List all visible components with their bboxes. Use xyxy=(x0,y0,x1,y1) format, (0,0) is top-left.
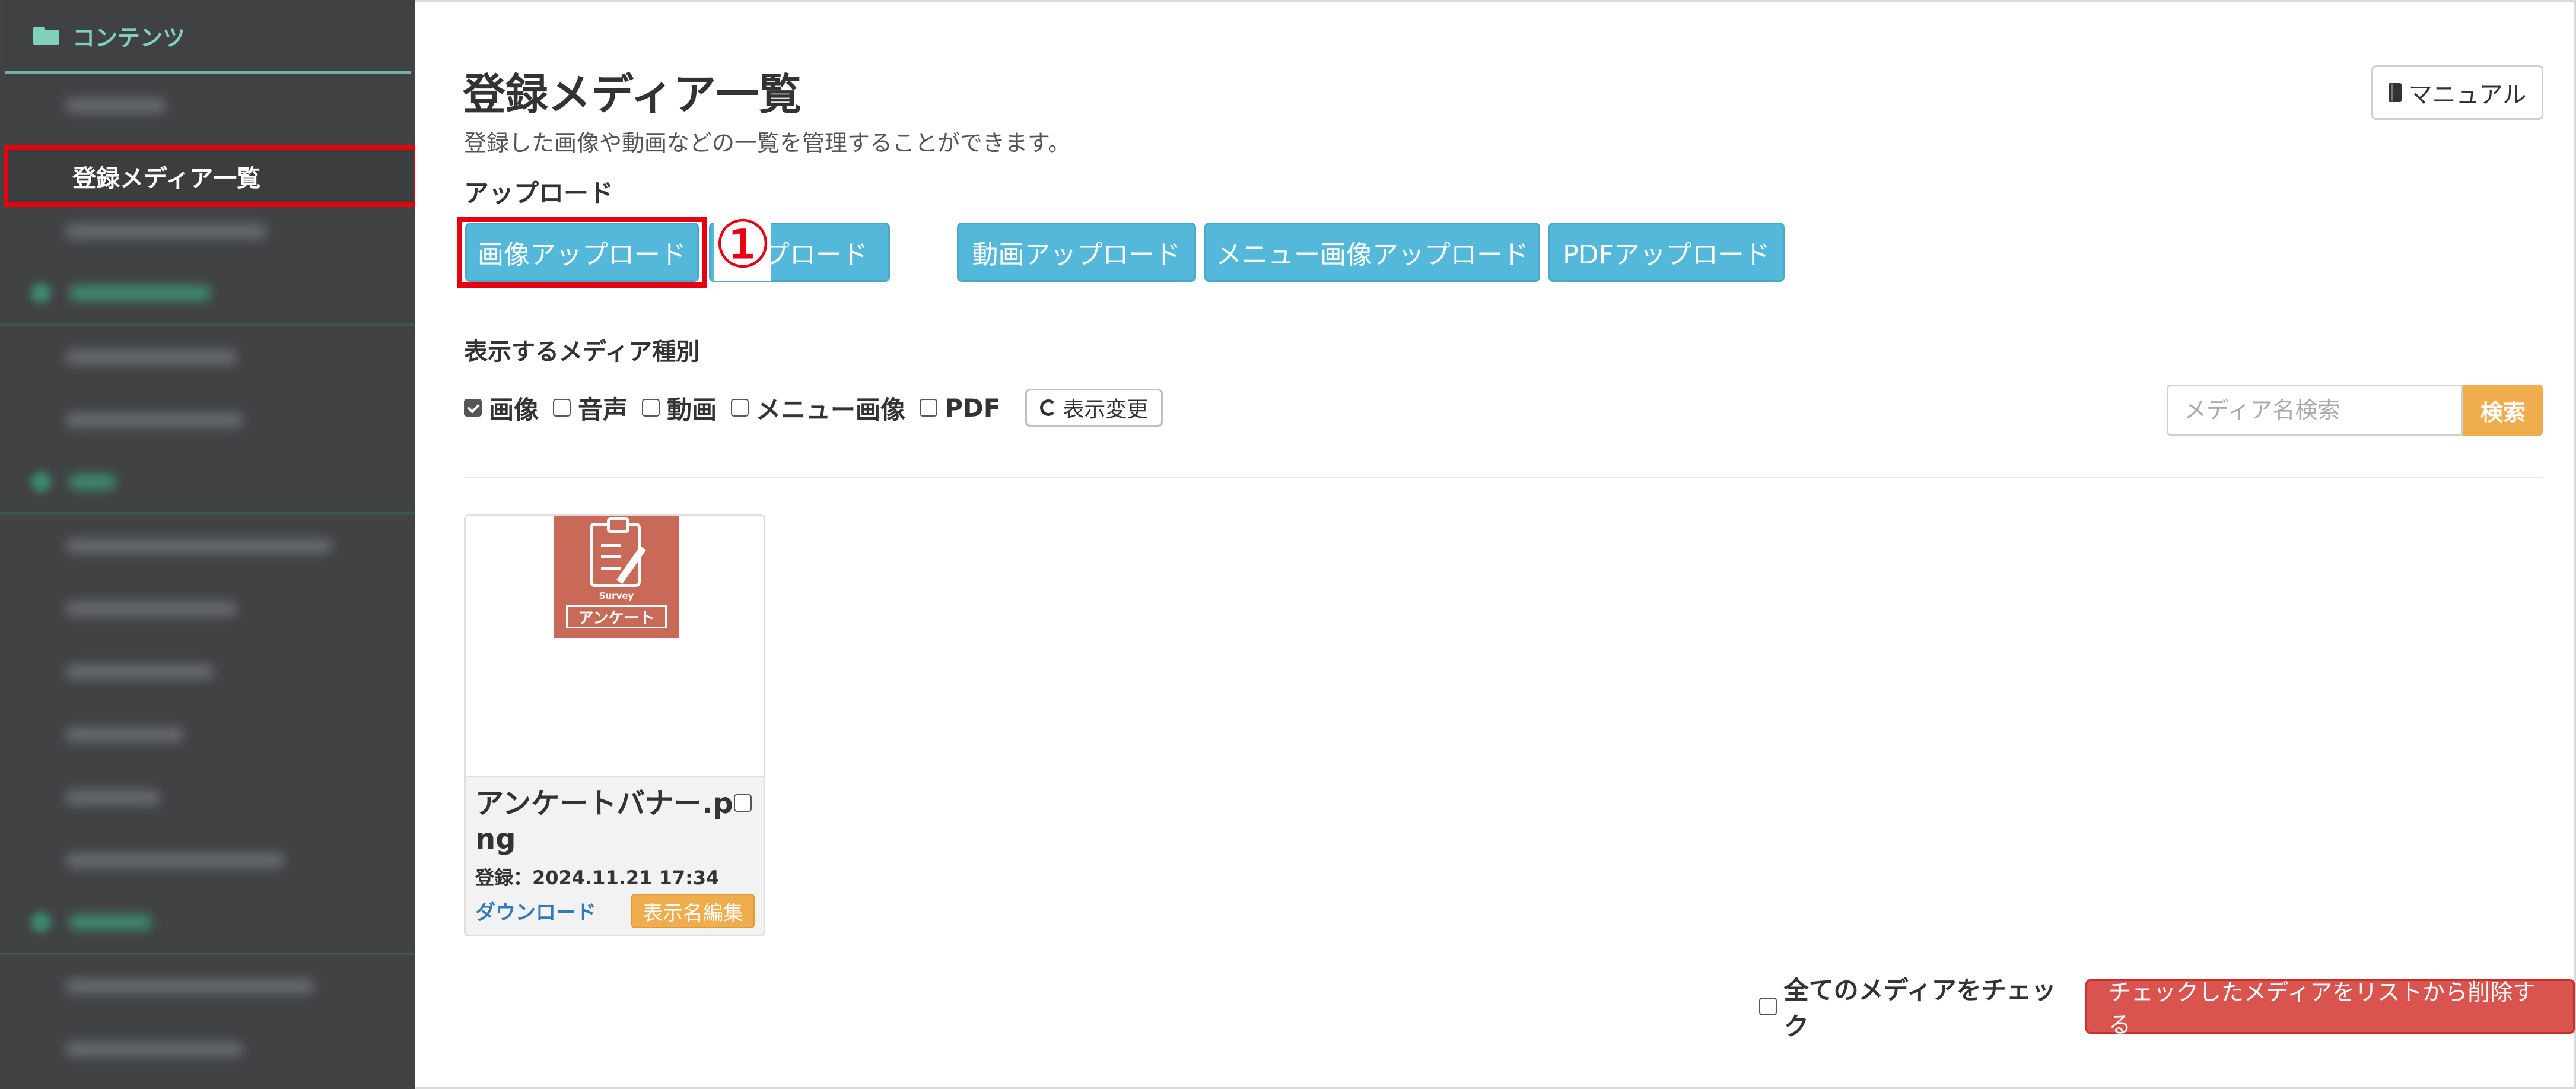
sidebar-header-label: コンテンツ xyxy=(72,24,186,51)
section-icon xyxy=(31,472,51,492)
sidebar-item-media-list[interactable]: 登録メディア一覧 xyxy=(4,145,415,207)
blurred-label xyxy=(65,538,332,554)
media-select-checkbox[interactable] xyxy=(734,794,752,812)
sidebar-item-blurred[interactable] xyxy=(0,515,415,577)
blurred-label xyxy=(65,601,237,617)
blurred-label xyxy=(65,664,214,680)
manual-label: マニュアル xyxy=(2408,81,2527,109)
media-card-footer: アンケートバナー.png 登録：2024.11.21 17:34 ダウンロード … xyxy=(466,776,764,935)
filter-video-checkbox[interactable] xyxy=(642,399,660,417)
sidebar-header-contents[interactable]: コンテンツ xyxy=(5,0,411,74)
sidebar-item-blurred[interactable] xyxy=(0,955,415,1018)
refresh-label: 表示変更 xyxy=(1063,398,1149,422)
bulk-actions: 全てのメディアをチェック チェックしたメディアをリストから削除する xyxy=(1759,970,2575,1043)
media-card: Survey アンケート アンケートバナー.png 登録：2024.11.21 … xyxy=(464,514,765,936)
blurred-label xyxy=(65,853,285,868)
page-title: 登録メディア一覧 xyxy=(463,69,802,119)
filter-menu-image-checkbox[interactable] xyxy=(731,399,749,417)
sidebar-item-blurred[interactable] xyxy=(0,829,415,892)
media-search: 検索 xyxy=(2167,385,2543,436)
sidebar-item-label: 登録メディア一覧 xyxy=(72,165,261,192)
pdf-upload-button[interactable]: PDFアップロード xyxy=(1548,223,1785,282)
thumbnail-banner: アンケート xyxy=(566,605,667,628)
media-type-filters: 画像 音声 動画 メニュー画像 PDF 表示変更 xyxy=(464,387,1163,428)
search-input[interactable] xyxy=(2167,385,2463,436)
sidebar-item-blurred[interactable] xyxy=(0,1018,415,1081)
sidebar-section-blurred[interactable] xyxy=(0,263,415,326)
sidebar-item-blurred[interactable] xyxy=(0,640,415,703)
page-subtitle: 登録した画像や動画などの一覧を管理することができます。 xyxy=(464,130,1071,156)
section-icon xyxy=(31,283,51,303)
sidebar: コンテンツ 登録メディア一覧 xyxy=(0,0,415,1089)
sidebar-item-blurred[interactable] xyxy=(0,74,415,137)
divider xyxy=(464,477,2543,478)
blurred-label xyxy=(65,790,160,805)
sidebar-section-blurred[interactable] xyxy=(0,892,415,955)
upload-section-label: アップロード xyxy=(464,179,614,208)
main-content: 登録メディア一覧 登録した画像や動画などの一覧を管理することができます。 マニュ… xyxy=(415,0,2575,1089)
survey-thumbnail: Survey アンケート xyxy=(554,516,679,638)
media-filename: アンケートバナー.png xyxy=(475,787,733,856)
download-link[interactable]: ダウンロード xyxy=(475,896,596,925)
sidebar-section-blurred[interactable] xyxy=(0,452,415,515)
blurred-label xyxy=(69,915,152,930)
book-icon xyxy=(2388,83,2402,102)
menu-image-upload-button[interactable]: メニュー画像アップロード xyxy=(1204,223,1540,282)
media-registered-date: 登録：2024.11.21 17:34 xyxy=(475,866,720,889)
blurred-label xyxy=(69,285,211,301)
filter-video-label: 動画 xyxy=(667,395,717,424)
check-all-checkbox[interactable] xyxy=(1759,998,1777,1015)
thumbnail-caption: Survey xyxy=(599,590,634,601)
manual-button[interactable]: マニュアル xyxy=(2371,65,2543,120)
media-thumbnail-area[interactable]: Survey アンケート xyxy=(466,516,764,776)
step-number-badge: ① xyxy=(713,207,772,282)
sidebar-menu xyxy=(0,74,415,1081)
refresh-display-button[interactable]: 表示変更 xyxy=(1025,389,1163,427)
blurred-label xyxy=(65,350,237,365)
filter-pdf-checkbox[interactable] xyxy=(920,399,938,417)
filter-image-checkbox[interactable] xyxy=(464,399,482,417)
blurred-label xyxy=(65,979,314,994)
sidebar-item-blurred[interactable] xyxy=(0,703,415,766)
video-upload-button[interactable]: 動画アップロード xyxy=(957,223,1196,282)
sidebar-item-blurred[interactable] xyxy=(0,326,415,389)
blurred-label xyxy=(65,1042,243,1057)
sidebar-item-blurred[interactable] xyxy=(0,389,415,452)
blurred-label xyxy=(65,98,166,113)
highlight-box xyxy=(457,217,707,288)
refresh-icon xyxy=(1040,399,1057,416)
filter-image-label: 画像 xyxy=(489,395,539,424)
blurred-label xyxy=(65,727,184,742)
folder-icon xyxy=(33,27,59,45)
delete-checked-button[interactable]: チェックしたメディアをリストから削除する xyxy=(2085,979,2575,1038)
media-type-label: 表示するメディア種別 xyxy=(464,338,700,366)
blurred-label xyxy=(65,412,243,428)
check-all-label: 全てのメディアをチェック xyxy=(1783,976,2056,1041)
filter-menu-image-label: メニュー画像 xyxy=(756,395,906,424)
blurred-label xyxy=(65,224,267,239)
filter-pdf-label: PDF xyxy=(944,393,1001,423)
filter-audio-label: 音声 xyxy=(578,395,628,424)
sidebar-item-blurred[interactable] xyxy=(0,766,415,829)
filter-audio-checkbox[interactable] xyxy=(553,399,571,417)
sidebar-item-blurred[interactable] xyxy=(0,577,415,640)
blurred-label xyxy=(69,474,116,490)
edit-display-name-button[interactable]: 表示名編集 xyxy=(631,894,755,928)
section-icon xyxy=(31,912,51,932)
sidebar-item-blurred[interactable] xyxy=(0,200,415,263)
search-button[interactable]: 検索 xyxy=(2463,385,2543,436)
